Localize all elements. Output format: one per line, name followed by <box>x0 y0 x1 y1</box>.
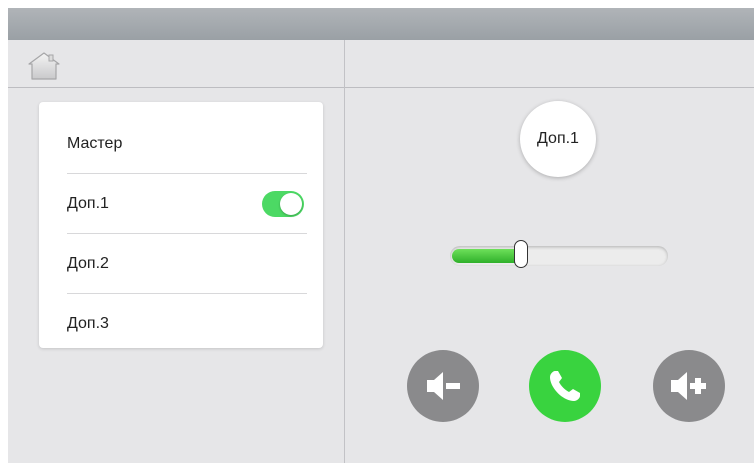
menu-item-label: Мастер <box>67 135 123 152</box>
toggle-knob <box>280 193 302 215</box>
volume-slider[interactable] <box>450 240 668 268</box>
phone-call-icon <box>550 371 580 401</box>
home-button[interactable] <box>26 50 62 82</box>
volume-slider-fill <box>452 249 522 263</box>
volume-slider-thumb[interactable] <box>514 240 528 268</box>
home-icon <box>28 52 60 80</box>
volume-up-icon <box>671 372 706 400</box>
header-row <box>8 40 754 88</box>
dop1-toggle[interactable] <box>262 191 304 217</box>
menu-item-dop2[interactable]: Доп.2 <box>67 234 307 294</box>
call-button[interactable] <box>529 350 601 422</box>
volume-down-icon <box>427 372 460 400</box>
menu-item-label: Доп.3 <box>67 315 109 332</box>
top-status-bar <box>8 8 754 40</box>
intercom-screen: Мастер Доп.1 Доп.2 Доп.3 Доп.1 <box>8 8 754 463</box>
menu-item-dop3[interactable]: Доп.3 <box>67 294 307 354</box>
menu-item-dop1[interactable]: Доп.1 <box>67 174 307 234</box>
active-channel-badge: Доп.1 <box>520 101 596 177</box>
panel-divider <box>344 40 345 463</box>
menu-item-label: Доп.1 <box>67 195 109 212</box>
volume-up-button[interactable] <box>653 350 725 422</box>
channel-menu: Мастер Доп.1 Доп.2 Доп.3 <box>39 102 323 348</box>
menu-item-label: Доп.2 <box>67 255 109 272</box>
active-channel-label: Доп.1 <box>537 130 579 147</box>
menu-item-master[interactable]: Мастер <box>67 114 307 174</box>
volume-down-button[interactable] <box>407 350 479 422</box>
